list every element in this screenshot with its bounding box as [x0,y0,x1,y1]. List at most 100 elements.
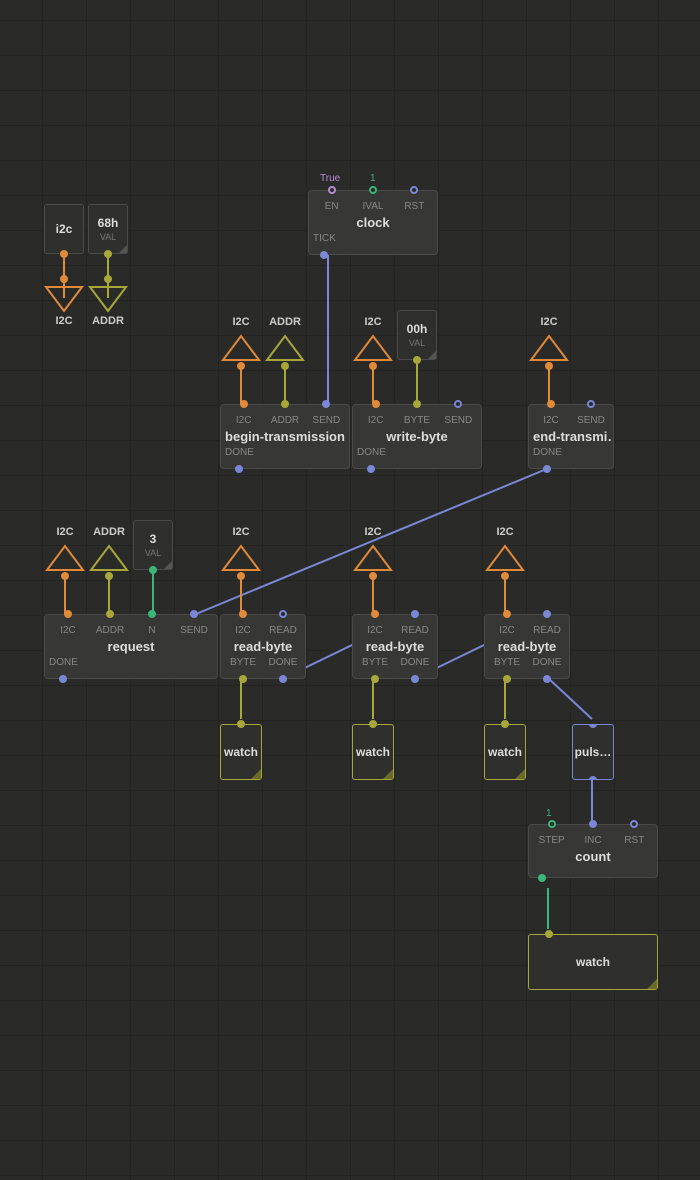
node-title: begin-transmission [221,426,349,447]
pin-done[interactable]: DONE [533,447,562,468]
pin-done[interactable]: DONE [397,657,433,678]
node-watch-count[interactable]: watch [528,934,658,990]
pin-value-en: True [320,173,340,184]
pin-step[interactable]: STEP [533,825,570,846]
pin-addr[interactable]: ADDR [91,615,129,636]
tri-label: ADDR [88,315,128,327]
tri-label: I2C [353,316,393,328]
node-title: read-byte [353,636,437,657]
pin-out[interactable] [533,867,551,877]
bus-input-rb3-i2c[interactable]: I2C [485,544,525,572]
pin-inc[interactable]: INC [574,825,611,846]
tri-label: I2C [221,526,261,538]
bus-input-bt-i2c[interactable]: I2C [221,334,261,362]
node-watch-2[interactable]: watch [352,724,394,780]
pin-tick[interactable]: TICK [313,233,336,254]
chip-label: 68h [98,216,119,230]
pin-i2c[interactable]: I2C [49,615,87,636]
tri-label: ADDR [89,526,129,538]
node-read-byte-3[interactable]: I2CREAD read-byte BYTEDONE [484,614,570,679]
pin-addr[interactable]: ADDR [266,405,303,426]
pin-byte[interactable]: BYTE [225,657,261,678]
bus-input-bt-addr[interactable]: ADDR [265,334,305,362]
pin-done[interactable]: DONE [49,657,78,678]
node-title: read-byte [221,636,305,657]
chip-addr68[interactable]: 68h VAL [88,204,128,254]
chip-byte00[interactable]: 00h VAL [397,310,437,360]
pulse-label: puls… [575,745,612,759]
pin-value-step: 1 [546,808,552,819]
bus-input-rb1-i2c[interactable]: I2C [221,544,261,572]
pin-i2c[interactable]: I2C [533,405,569,426]
bus-input-rq-i2c[interactable]: I2C [45,544,85,572]
node-request[interactable]: I2CADDRNSEND request DONE [44,614,218,679]
pin-send[interactable]: SEND [573,405,609,426]
pin-i2c[interactable]: I2C [357,405,394,426]
node-title: write-byte [353,426,481,447]
chip-sublabel: VAL [145,548,161,558]
pin-i2c[interactable]: I2C [489,615,525,636]
pin-read[interactable]: READ [529,615,565,636]
node-read-byte-1[interactable]: I2CREAD read-byte BYTEDONE [220,614,306,679]
pin-rst[interactable]: RST [396,191,433,212]
watch-label: watch [356,745,390,759]
node-graph-canvas[interactable]: i2c 68hVAL I2C ADDR ENIVALRST clock TICK… [0,0,700,1180]
pin-value-ival: 1 [370,173,376,184]
chip-label: 00h [407,322,428,336]
bus-output-addr[interactable]: ADDR [88,285,128,313]
tri-label: I2C [485,526,525,538]
pin-rst[interactable]: RST [616,825,653,846]
node-title: request [45,636,217,657]
pin-i2c[interactable]: I2C [357,615,393,636]
pin-read[interactable]: READ [265,615,301,636]
bus-input-wb-i2c[interactable]: I2C [353,334,393,362]
pin-byte[interactable]: BYTE [398,405,435,426]
tri-label: I2C [44,315,84,327]
watch-label: watch [224,745,258,759]
chip-i2c[interactable]: i2c [44,204,84,254]
pin-done[interactable]: DONE [265,657,301,678]
node-watch-1[interactable]: watch [220,724,262,780]
chip-sublabel: VAL [409,338,425,348]
watch-label: watch [576,955,610,969]
pin-done[interactable]: DONE [225,447,254,468]
pin-done[interactable]: DONE [529,657,565,678]
chip-label: 3 [150,532,157,546]
pin-ival[interactable]: IVAL [354,191,391,212]
pin-send[interactable]: SEND [440,405,477,426]
bus-input-et-i2c[interactable]: I2C [529,334,569,362]
pin-send[interactable]: SEND [308,405,345,426]
bus-input-rb2-i2c[interactable]: I2C [353,544,393,572]
pin-byte[interactable]: BYTE [489,657,525,678]
node-watch-3[interactable]: watch [484,724,526,780]
node-count[interactable]: STEPINCRST count [528,824,658,878]
node-write-byte[interactable]: I2CBYTESEND write-byte DONE [352,404,482,469]
node-read-byte-2[interactable]: I2CREAD read-byte BYTEDONE [352,614,438,679]
grid-background [0,0,700,1180]
pin-en[interactable]: EN [313,191,350,212]
pin-send[interactable]: SEND [175,615,213,636]
chip-n3[interactable]: 3 VAL [133,520,173,570]
node-title: clock [309,212,437,233]
pin-i2c[interactable]: I2C [225,615,261,636]
chip-sublabel: VAL [100,232,116,242]
node-clock[interactable]: ENIVALRST clock TICK [308,190,438,255]
node-title: read-byte [485,636,569,657]
pin-read[interactable]: READ [397,615,433,636]
node-end-transmission[interactable]: I2CSEND end-transmi… DONE [528,404,614,469]
bus-output-i2c[interactable]: I2C [44,285,84,313]
tri-label: ADDR [265,316,305,328]
node-title: count [529,846,657,867]
pin-i2c[interactable]: I2C [225,405,262,426]
node-begin-transmission[interactable]: I2CADDRSEND begin-transmission DONE [220,404,350,469]
tri-label: I2C [529,316,569,328]
pin-byte[interactable]: BYTE [357,657,393,678]
tri-label: I2C [45,526,85,538]
tri-label: I2C [221,316,261,328]
node-pulse[interactable]: puls… [572,724,614,780]
pin-done[interactable]: DONE [357,447,386,468]
node-title: end-transmi… [529,426,613,447]
tri-label: I2C [353,526,393,538]
bus-input-rq-addr[interactable]: ADDR [89,544,129,572]
pin-n[interactable]: N [133,615,171,636]
